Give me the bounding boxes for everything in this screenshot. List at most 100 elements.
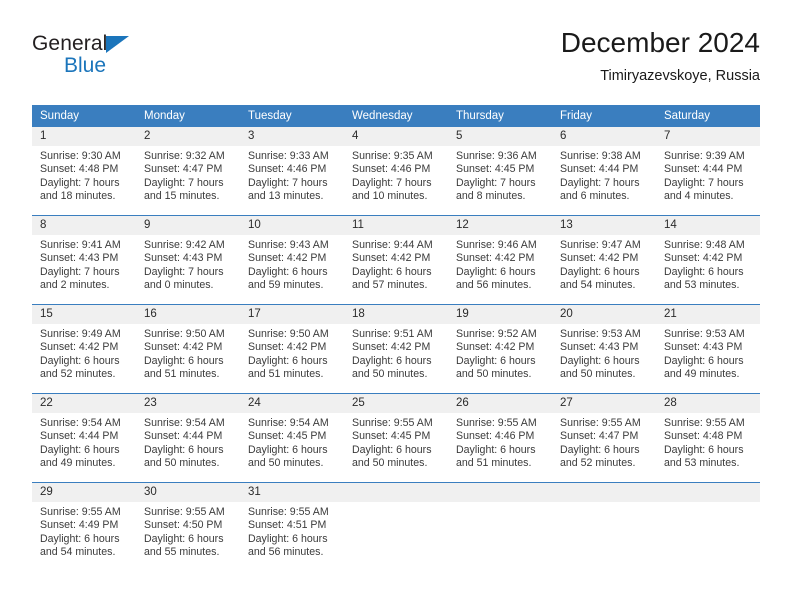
page-title: December 2024 [560,27,760,58]
day-number[interactable]: 21 [656,305,760,324]
day-cell[interactable]: Sunrise: 9:55 AM Sunset: 4:48 PM Dayligh… [656,413,760,474]
day-cell[interactable]: Sunrise: 9:41 AM Sunset: 4:43 PM Dayligh… [32,235,136,296]
day-number[interactable]: 31 [240,483,344,502]
day-number[interactable]: 19 [448,305,552,324]
sunset-text: Sunset: 4:42 PM [40,341,119,354]
day-cell[interactable]: Sunrise: 9:50 AM Sunset: 4:42 PM Dayligh… [240,324,344,385]
sunrise-text: Sunrise: 9:38 AM [560,150,641,162]
day-number[interactable]: 1 [32,127,136,146]
day-number[interactable]: 4 [344,127,448,146]
day-cell[interactable]: Sunrise: 9:55 AM Sunset: 4:46 PM Dayligh… [448,413,552,474]
day-cell[interactable]: Sunrise: 9:44 AM Sunset: 4:42 PM Dayligh… [344,235,448,296]
daylight-text-line1: Daylight: 6 hours [144,532,224,545]
day-cell[interactable]: Sunrise: 9:35 AM Sunset: 4:46 PM Dayligh… [344,146,448,207]
day-number[interactable]: 14 [656,216,760,235]
day-number[interactable]: 20 [552,305,656,324]
day-cell[interactable]: Sunrise: 9:49 AM Sunset: 4:42 PM Dayligh… [32,324,136,385]
calendar-week-row: 22 23 24 25 26 27 28 Sunrise: 9:54 AM Su… [32,393,760,474]
day-number[interactable]: 25 [344,394,448,413]
day-cell[interactable]: Sunrise: 9:36 AM Sunset: 4:45 PM Dayligh… [448,146,552,207]
day-cell[interactable]: Sunrise: 9:53 AM Sunset: 4:43 PM Dayligh… [552,324,656,385]
weekday-header-tuesday: Tuesday [248,110,292,122]
day-cell[interactable]: Sunrise: 9:55 AM Sunset: 4:49 PM Dayligh… [32,502,136,563]
day-number[interactable]: 24 [240,394,344,413]
day-number[interactable]: 9 [136,216,240,235]
daylight-text-line1: Daylight: 6 hours [248,532,328,545]
day-cell[interactable]: Sunrise: 9:54 AM Sunset: 4:44 PM Dayligh… [32,413,136,474]
day-number[interactable]: 10 [240,216,344,235]
day-number[interactable]: 6 [552,127,656,146]
day-cell[interactable]: Sunrise: 9:55 AM Sunset: 4:45 PM Dayligh… [344,413,448,474]
week-daynumber-row: 15 16 17 18 19 20 21 [32,305,760,324]
day-cell[interactable]: Sunrise: 9:53 AM Sunset: 4:43 PM Dayligh… [656,324,760,385]
generalblue-logo[interactable]: General Blue [32,32,232,90]
day-number[interactable]: 26 [448,394,552,413]
day-number[interactable]: 23 [136,394,240,413]
day-number[interactable]: 13 [552,216,656,235]
day-cell[interactable]: Sunrise: 9:32 AM Sunset: 4:47 PM Dayligh… [136,146,240,207]
sunrise-text: Sunrise: 9:48 AM [664,239,745,251]
sunset-text: Sunset: 4:47 PM [144,163,223,176]
sunset-text: Sunset: 4:45 PM [456,163,535,176]
day-cell[interactable]: Sunrise: 9:47 AM Sunset: 4:42 PM Dayligh… [552,235,656,296]
day-cell[interactable]: Sunrise: 9:55 AM Sunset: 4:47 PM Dayligh… [552,413,656,474]
day-cell[interactable]: Sunrise: 9:33 AM Sunset: 4:46 PM Dayligh… [240,146,344,207]
day-cell[interactable]: Sunrise: 9:48 AM Sunset: 4:42 PM Dayligh… [656,235,760,296]
daylight-text-line2: and 10 minutes. [352,190,428,203]
day-cell[interactable]: Sunrise: 9:42 AM Sunset: 4:43 PM Dayligh… [136,235,240,296]
day-number[interactable]: 16 [136,305,240,324]
day-number[interactable]: 3 [240,127,344,146]
day-number[interactable]: 8 [32,216,136,235]
day-cell[interactable]: Sunrise: 9:30 AM Sunset: 4:48 PM Dayligh… [32,146,136,207]
week-daynumber-row: 1 2 3 4 5 6 7 [32,127,760,146]
day-cell[interactable]: Sunrise: 9:51 AM Sunset: 4:42 PM Dayligh… [344,324,448,385]
sunrise-text: Sunrise: 9:55 AM [40,506,121,518]
day-number[interactable]: 15 [32,305,136,324]
day-cell[interactable]: Sunrise: 9:46 AM Sunset: 4:42 PM Dayligh… [448,235,552,296]
calendar-week-row: 1 2 3 4 5 6 7 Sunrise: 9:30 AM Sunset: 4… [32,127,760,207]
day-number[interactable]: 30 [136,483,240,502]
sunrise-text: Sunrise: 9:54 AM [40,417,121,429]
day-number[interactable]: 27 [552,394,656,413]
daylight-text-line1: Daylight: 6 hours [664,265,744,278]
weekday-header-sunday: Sunday [40,110,80,122]
day-cell[interactable]: Sunrise: 9:55 AM Sunset: 4:51 PM Dayligh… [240,502,344,563]
day-cell[interactable]: Sunrise: 9:38 AM Sunset: 4:44 PM Dayligh… [552,146,656,207]
day-number[interactable]: 28 [656,394,760,413]
day-cell[interactable]: Sunrise: 9:43 AM Sunset: 4:42 PM Dayligh… [240,235,344,296]
daylight-text-line1: Daylight: 7 hours [560,176,640,189]
day-number[interactable]: 17 [240,305,344,324]
day-number[interactable]: 7 [656,127,760,146]
day-cell[interactable]: Sunrise: 9:39 AM Sunset: 4:44 PM Dayligh… [656,146,760,207]
day-number[interactable]: 22 [32,394,136,413]
week-detail-row: Sunrise: 9:49 AM Sunset: 4:42 PM Dayligh… [32,324,760,385]
day-number[interactable]: 29 [32,483,136,502]
sunrise-text: Sunrise: 9:54 AM [144,417,225,429]
daylight-text-line2: and 51 minutes. [456,457,532,470]
day-number[interactable]: 18 [344,305,448,324]
daylight-text-line2: and 2 minutes. [40,279,110,292]
sunrise-text: Sunrise: 9:55 AM [248,506,329,518]
day-cell[interactable]: Sunrise: 9:55 AM Sunset: 4:50 PM Dayligh… [136,502,240,563]
day-number[interactable]: 2 [136,127,240,146]
sunset-text: Sunset: 4:45 PM [352,430,431,443]
sunset-text: Sunset: 4:42 PM [456,252,535,265]
sunrise-text: Sunrise: 9:53 AM [560,328,641,340]
day-cell[interactable]: Sunrise: 9:50 AM Sunset: 4:42 PM Dayligh… [136,324,240,385]
day-cell[interactable]: Sunrise: 9:52 AM Sunset: 4:42 PM Dayligh… [448,324,552,385]
sunset-text: Sunset: 4:49 PM [40,519,119,532]
daylight-text-line2: and 56 minutes. [456,279,532,292]
sunrise-text: Sunrise: 9:54 AM [248,417,329,429]
day-cell[interactable]: Sunrise: 9:54 AM Sunset: 4:45 PM Dayligh… [240,413,344,474]
daylight-text-line1: Daylight: 6 hours [248,265,328,278]
sunset-text: Sunset: 4:42 PM [664,252,743,265]
day-number[interactable]: 5 [448,127,552,146]
weekday-header-saturday: Saturday [664,110,711,122]
day-cell[interactable]: Sunrise: 9:54 AM Sunset: 4:44 PM Dayligh… [136,413,240,474]
daylight-text-line1: Daylight: 6 hours [664,443,744,456]
daylight-text-line2: and 52 minutes. [560,457,636,470]
week-detail-row: Sunrise: 9:30 AM Sunset: 4:48 PM Dayligh… [32,146,760,207]
day-number[interactable]: 12 [448,216,552,235]
day-number[interactable]: 11 [344,216,448,235]
daylight-text-line2: and 50 minutes. [352,457,428,470]
